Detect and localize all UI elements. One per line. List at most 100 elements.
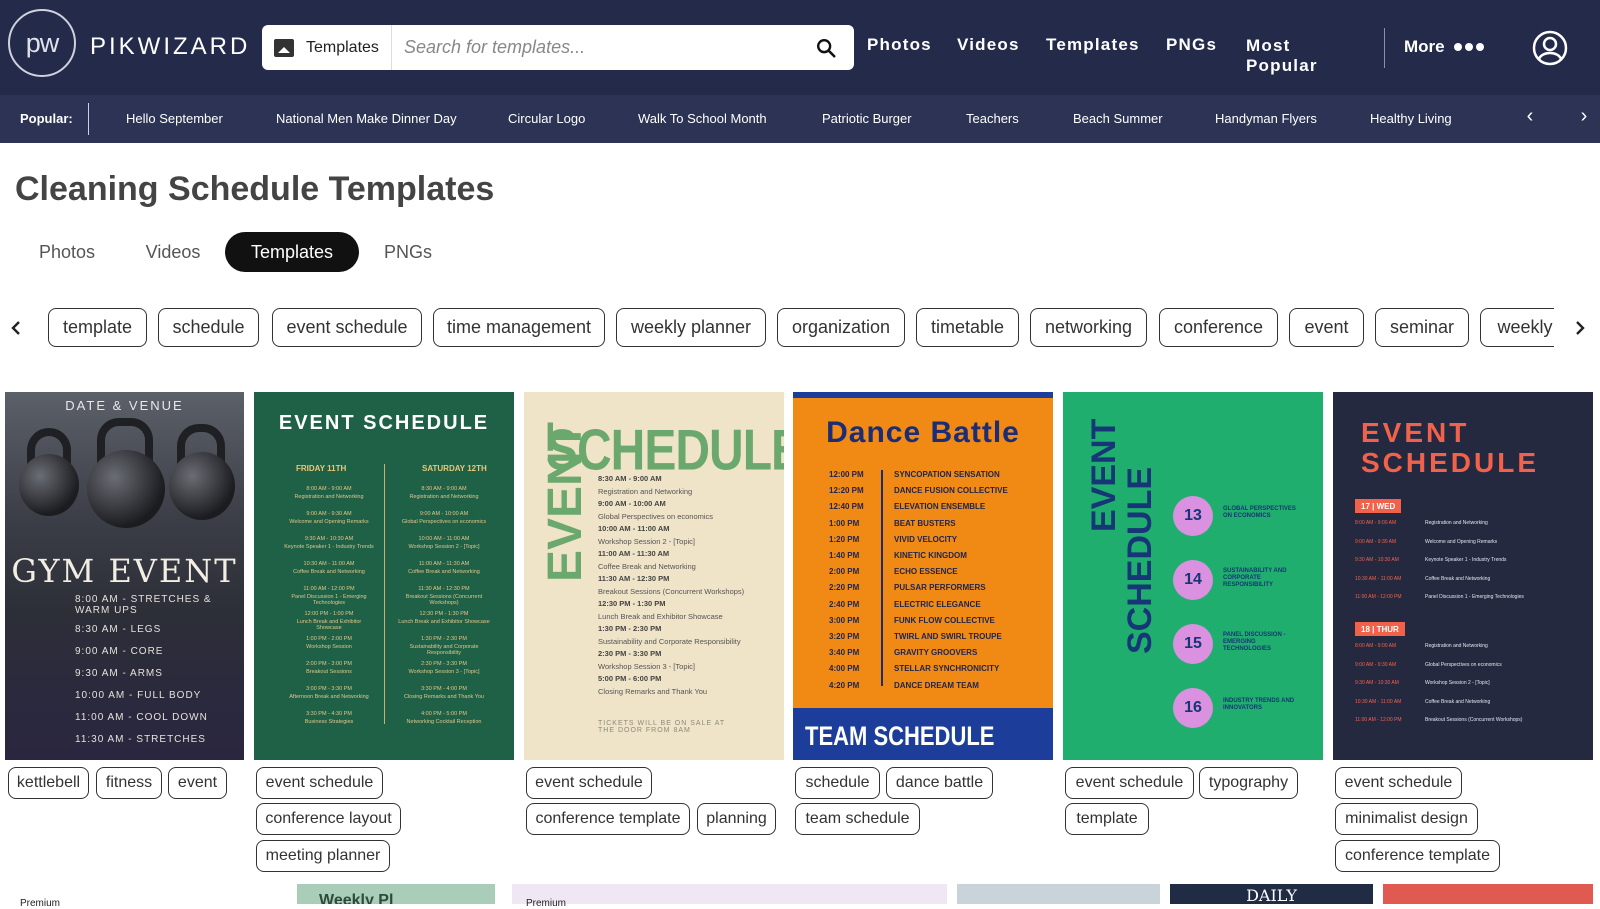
tag-event-schedule[interactable]: event schedule	[256, 767, 383, 799]
dark-time: 11:00 AM - 12:00 PM	[1355, 594, 1402, 600]
nav-most-popular[interactable]: Most Popular	[1246, 36, 1318, 76]
tab-pngs[interactable]: PNGs	[364, 232, 452, 272]
tag-event-schedule[interactable]: event schedule	[1335, 767, 1462, 799]
dance-time: 12:00 PM	[829, 470, 864, 479]
dark-event: Global Perspectives on economics	[1425, 661, 1502, 668]
dance-name: STELLAR SYNCHRONICITY	[894, 664, 1000, 674]
card-entry: Business Strategies	[304, 719, 354, 725]
chip-timetable[interactable]: timetable	[916, 308, 1019, 347]
template-card-event-schedule-teal[interactable]: EVENT SCHEDULE 13 GLOBAL PERSPECTIVES ON…	[1063, 392, 1323, 760]
template-card-planner-grid[interactable]	[512, 884, 947, 904]
dance-name: SYNCOPATION SENSATION	[894, 470, 1000, 479]
card-divider	[881, 470, 883, 686]
popular-item[interactable]: Circular Logo	[508, 111, 585, 126]
template-card-weekly-planner[interactable]: Weekly Pl	[297, 884, 495, 904]
chip-time-management[interactable]: time management	[433, 308, 605, 347]
chip-weekly[interactable]: weekly	[1480, 308, 1554, 347]
tag-schedule[interactable]: schedule	[795, 767, 880, 799]
card-entry: 11:00 AM - 12:00 PM	[303, 586, 355, 592]
nav-photos[interactable]: Photos	[867, 35, 932, 55]
tag-fitness[interactable]: fitness	[96, 767, 162, 799]
nav-videos[interactable]: Videos	[957, 35, 1020, 55]
logo-text[interactable]: PIKWIZARD	[90, 33, 250, 61]
template-card-photo[interactable]	[957, 884, 1160, 904]
tag-conference-layout[interactable]: conference layout	[256, 803, 401, 835]
tab-videos[interactable]: Videos	[128, 232, 218, 272]
tag-event-schedule[interactable]: event schedule	[1065, 767, 1194, 799]
tag-conference-template[interactable]: conference template	[526, 803, 690, 835]
dark-time: 8:00 AM - 9:00 AM	[1355, 643, 1397, 649]
tab-templates[interactable]: Templates	[225, 232, 359, 272]
card-line: 9:00 AM - CORE	[75, 646, 164, 657]
card-entry: 12:30 PM - 1:30 PM	[419, 611, 469, 617]
template-card-dance-battle[interactable]: Dance Battle 12:00 PM SYNCOPATION SENSATI…	[793, 392, 1053, 760]
tag-typography[interactable]: typography	[1199, 767, 1298, 799]
chip-template[interactable]: template	[48, 308, 147, 347]
dance-name: KINETIC KINGDOM	[894, 551, 967, 560]
chip-organization[interactable]: organization	[777, 308, 905, 347]
template-card-schedule-beige[interactable]: SCHEDULE EVENT 8:30 AM - 9:00 AM Registra…	[524, 392, 784, 760]
card-line: 10:00 AM - FULL BODY	[75, 690, 202, 701]
chip-event-schedule[interactable]: event schedule	[272, 308, 422, 347]
popular-item[interactable]: Walk To School Month	[638, 111, 767, 126]
tag-meeting-planner[interactable]: meeting planner	[256, 840, 390, 872]
tag-template[interactable]: template	[1065, 803, 1149, 835]
template-card-event-schedule-green[interactable]: EVENT SCHEDULE FRIDAY 11TH SATURDAY 12TH…	[254, 392, 514, 760]
chip-event[interactable]: event	[1289, 308, 1364, 347]
card-title: Dance Battle	[826, 416, 1020, 449]
chip-weekly-planner[interactable]: weekly planner	[616, 308, 766, 347]
popular-item[interactable]: National Men Make Dinner Day	[276, 111, 457, 126]
tag-dance-battle[interactable]: dance battle	[886, 767, 993, 799]
card-tickets-note: TICKETS WILL BE ON SALE AT THE DOOR FROM…	[598, 720, 726, 734]
tag-event[interactable]: event	[168, 767, 227, 799]
tab-photos[interactable]: Photos	[22, 232, 112, 272]
more-dots-icon	[1451, 43, 1484, 51]
tag-team-schedule[interactable]: team schedule	[795, 803, 920, 835]
chip-conference[interactable]: conference	[1159, 308, 1278, 347]
card-line: 11:00 AM - 11:30 AM	[598, 549, 670, 558]
dance-time: 3:20 PM	[829, 632, 860, 641]
chevron-right-icon[interactable]: ›	[1569, 105, 1599, 128]
tag-minimalist-design[interactable]: minimalist design	[1335, 803, 1478, 835]
dance-time: 4:00 PM	[829, 664, 860, 674]
template-card-gym-event[interactable]: DATE & VENUE GYM EVENT 8:00 AM - STRETCH…	[5, 392, 244, 760]
card-entry: 12:00 PM - 1:00 PM	[304, 611, 354, 617]
more-menu[interactable]: More	[1404, 37, 1484, 57]
chip-networking[interactable]: networking	[1030, 308, 1147, 347]
dark-time: 9:30 AM - 10:30 AM	[1355, 557, 1399, 563]
tag-event-schedule[interactable]: event schedule	[526, 767, 652, 799]
card-line: 10:00 AM - 11:00 AM	[598, 524, 670, 533]
dance-time: 3:00 PM	[829, 615, 860, 625]
chips-prev-icon[interactable]	[10, 320, 22, 336]
search-button[interactable]	[798, 25, 854, 70]
template-card-red[interactable]	[1383, 884, 1593, 904]
card-title: EVENT SCHEDULE	[1361, 418, 1539, 478]
chip-schedule[interactable]: schedule	[158, 308, 259, 347]
popular-item[interactable]: Beach Summer	[1073, 111, 1163, 126]
card-entry: 11:30 AM - 12:30 PM	[418, 586, 470, 592]
card-line: 11:30 AM - STRETCHES	[75, 734, 206, 745]
template-card-daily[interactable]: DAILY	[1170, 884, 1373, 904]
chips-next-icon[interactable]	[1574, 320, 1586, 336]
popular-item[interactable]: Healthy Living	[1370, 111, 1452, 126]
dark-event: Registration and Networking	[1425, 520, 1488, 526]
popular-item[interactable]: Patriotic Burger	[822, 111, 912, 126]
chevron-left-icon[interactable]: ‹	[1515, 105, 1545, 128]
popular-item[interactable]: Handyman Flyers	[1215, 111, 1317, 126]
card-line: 8:00 AM - STRETCHES &	[75, 594, 212, 605]
nav-templates[interactable]: Templates	[1046, 35, 1140, 55]
user-account-icon[interactable]	[1532, 30, 1568, 66]
tag-planning[interactable]: planning	[697, 803, 776, 835]
popular-item[interactable]: Teachers	[966, 111, 1019, 126]
kettlebell-image	[169, 452, 235, 520]
search-input[interactable]	[392, 25, 798, 70]
chip-seminar[interactable]: seminar	[1375, 308, 1469, 347]
logo-mark[interactable]: pw	[8, 9, 76, 77]
tag-kettlebell[interactable]: kettlebell	[8, 767, 89, 799]
tag-conference-template[interactable]: conference template	[1335, 840, 1500, 872]
template-card-event-schedule-dark[interactable]: EVENT SCHEDULE 17 | WED 18 | THUR 8:00 A…	[1333, 392, 1593, 760]
nav-pngs[interactable]: PNGs	[1166, 35, 1217, 55]
card-line: Workshop Session 3 - [Topic]	[598, 661, 695, 671]
search-type-selector[interactable]: Templates	[262, 25, 392, 70]
popular-item[interactable]: Hello September	[126, 111, 223, 126]
